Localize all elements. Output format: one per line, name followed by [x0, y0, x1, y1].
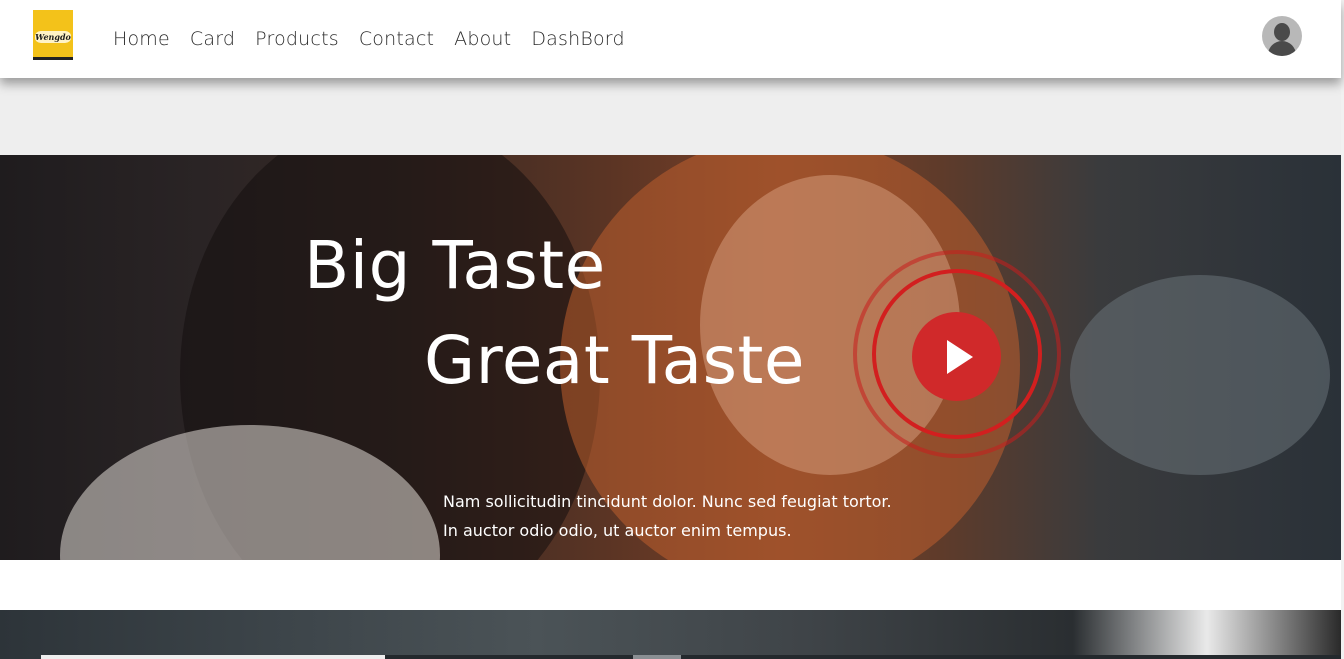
nav-item-card[interactable]: Card: [190, 26, 235, 52]
hero-title-line-1: Big Taste: [304, 227, 606, 304]
play-icon: [947, 340, 973, 374]
nav-item-contact[interactable]: Contact: [359, 26, 434, 52]
play-video-button[interactable]: [912, 312, 1001, 401]
section-bar-dark: [385, 655, 1341, 659]
hero-title-line-2: Great Taste: [424, 322, 805, 399]
nav-item-about[interactable]: About: [454, 26, 511, 52]
hero-subtitle-line-2: In auctor odio odio, ut auctor enim temp…: [443, 521, 792, 540]
navbar: Wengdo Home Card Products Contact About …: [0, 0, 1341, 78]
nav-links: Home Card Products Contact About DashBor…: [113, 26, 645, 52]
hero-subtitle-line-1: Nam sollicitudin tincidunt dolor. Nunc s…: [443, 492, 892, 511]
nav-item-dashbord[interactable]: DashBord: [531, 26, 624, 52]
brand-logo[interactable]: Wengdo: [33, 10, 73, 60]
logo-text: Wengdo: [35, 32, 71, 42]
next-section-banner: [0, 610, 1341, 659]
hero-subtitle: Nam sollicitudin tincidunt dolor. Nunc s…: [443, 487, 903, 545]
section-bar-chip: [633, 655, 681, 659]
user-silhouette-icon: [1274, 23, 1290, 41]
section-bar-light: [41, 655, 385, 659]
nav-item-products[interactable]: Products: [255, 26, 339, 52]
spacer-band: [0, 78, 1341, 155]
hero-banner: Big Taste Great Taste Nam sollicitudin t…: [0, 155, 1341, 560]
section-gap: [0, 560, 1341, 610]
hero-photo-shape: [1070, 275, 1330, 475]
user-silhouette-body: [1268, 41, 1296, 56]
user-avatar[interactable]: [1262, 16, 1302, 56]
nav-item-home[interactable]: Home: [113, 26, 170, 52]
